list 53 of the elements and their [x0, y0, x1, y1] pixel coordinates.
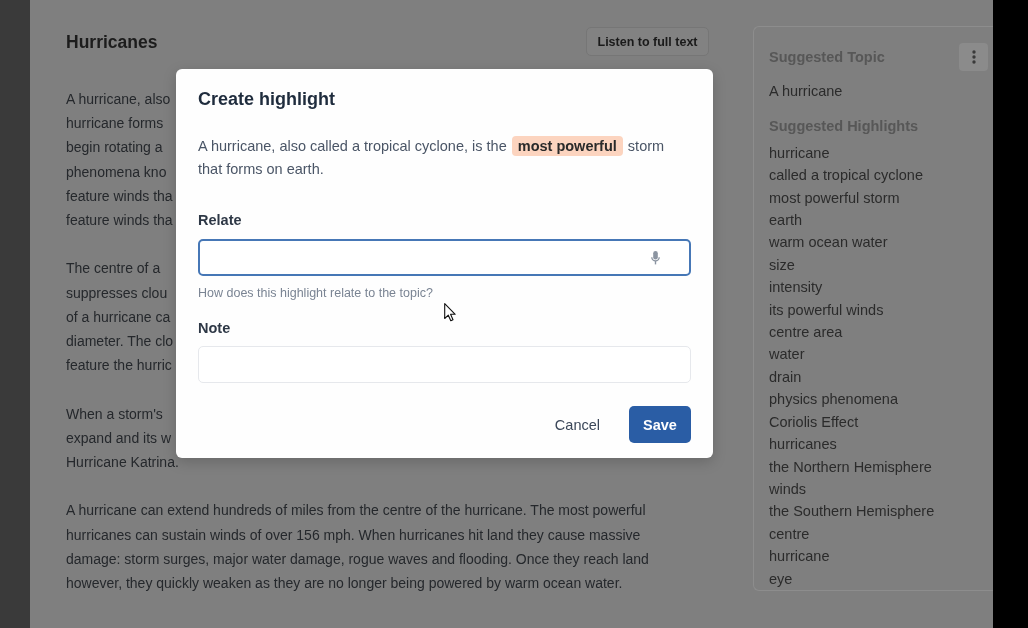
cancel-button[interactable]: Cancel — [539, 406, 615, 443]
suggested-highlight[interactable]: drain — [769, 365, 802, 389]
helper-text: How does this highlight relate to the topic? — [198, 285, 433, 301]
suggested-highlight[interactable]: eye — [769, 567, 793, 590]
article-text-line: damage: storm surges, major water damage, rogue waves and flooding. Once they reach land — [66, 549, 649, 569]
article-text-line: phenomena kno — [66, 162, 167, 182]
article-title: Hurricanes — [66, 30, 158, 53]
article-text-line: hurricane forms — [66, 114, 164, 134]
suggested-highlight[interactable]: physics phenomena — [769, 388, 898, 411]
article-text-line: diameter. The clo — [66, 332, 174, 351]
article-text-line: suppresses clou — [66, 283, 168, 303]
suggested-highlight[interactable]: the Southern Hemisphere — [769, 500, 935, 523]
listen-button[interactable]: Listen to full text — [586, 27, 709, 56]
article-text-line: of a hurricane ca — [66, 307, 171, 327]
mouse-pointer-icon — [444, 303, 456, 322]
suggested-highlight[interactable]: hurricanes — [769, 433, 837, 456]
article-text-line: feature winds tha — [66, 211, 173, 230]
vertical-dots-icon — [971, 50, 976, 64]
suggested-highlight[interactable]: earth — [769, 209, 803, 232]
suggested-highlight[interactable]: centre area — [769, 321, 843, 344]
article-text-line: When a storm's — [66, 404, 163, 424]
suggested-highlight[interactable]: water — [769, 343, 805, 366]
suggested-highlight[interactable]: size — [769, 253, 795, 277]
article-text-line: A hurricane can extend hundreds of miles from the centre of the hurricane. The most powerful — [66, 501, 646, 521]
suggested-highlight[interactable]: hurricane — [769, 141, 830, 165]
article-text-line: A hurricane, also — [66, 90, 171, 109]
suggested-highlight[interactable]: intensity — [769, 276, 823, 299]
suggested-highlight[interactable]: winds — [769, 477, 807, 501]
article-text-line: Hurricane Katrina. — [66, 453, 179, 472]
field-label: Relate — [198, 211, 242, 230]
save-button[interactable]: Save — [629, 406, 691, 443]
field-label: Note — [198, 319, 231, 338]
suggested-highlight[interactable]: warm ocean water — [769, 231, 888, 254]
article-text-line: feature the hurric — [66, 356, 172, 376]
article-text-line: hurricanes can sustain winds of over 156 mph. When hurricanes hit land they cause massive — [66, 525, 641, 545]
article-text-line: however, they quickly weaken as they are no longer being powered by warm ocean water. — [66, 574, 623, 593]
quote-text: A hurricane, also called a tropical cyclone, is the most powerful storm that forms on earth. — [198, 135, 666, 179]
article-text-line: begin rotating a — [66, 138, 163, 158]
article-text-line: feature winds tha — [66, 186, 173, 206]
suggested-highlight[interactable]: its powerful winds — [769, 298, 884, 322]
text-field[interactable] — [198, 239, 691, 276]
article-text-line: expand and its w — [66, 428, 172, 448]
topic-text: A hurricane — [769, 82, 843, 101]
suggested-highlight[interactable]: the Northern Hemisphere — [769, 455, 932, 478]
microphone-icon[interactable] — [651, 250, 660, 265]
dialog-title: Create highlight — [198, 88, 335, 111]
article-text-line: The centre of a — [66, 259, 161, 279]
suggested-highlight[interactable]: called a tropical cyclone — [769, 164, 923, 187]
more-options-button[interactable] — [959, 43, 988, 71]
suggested-highlight[interactable]: hurricane — [769, 545, 830, 568]
suggested-highlight[interactable]: Coriolis Effect — [769, 410, 859, 434]
suggested-highlight[interactable]: centre — [769, 522, 810, 546]
suggested-highlight[interactable]: most powerful storm — [769, 186, 900, 210]
